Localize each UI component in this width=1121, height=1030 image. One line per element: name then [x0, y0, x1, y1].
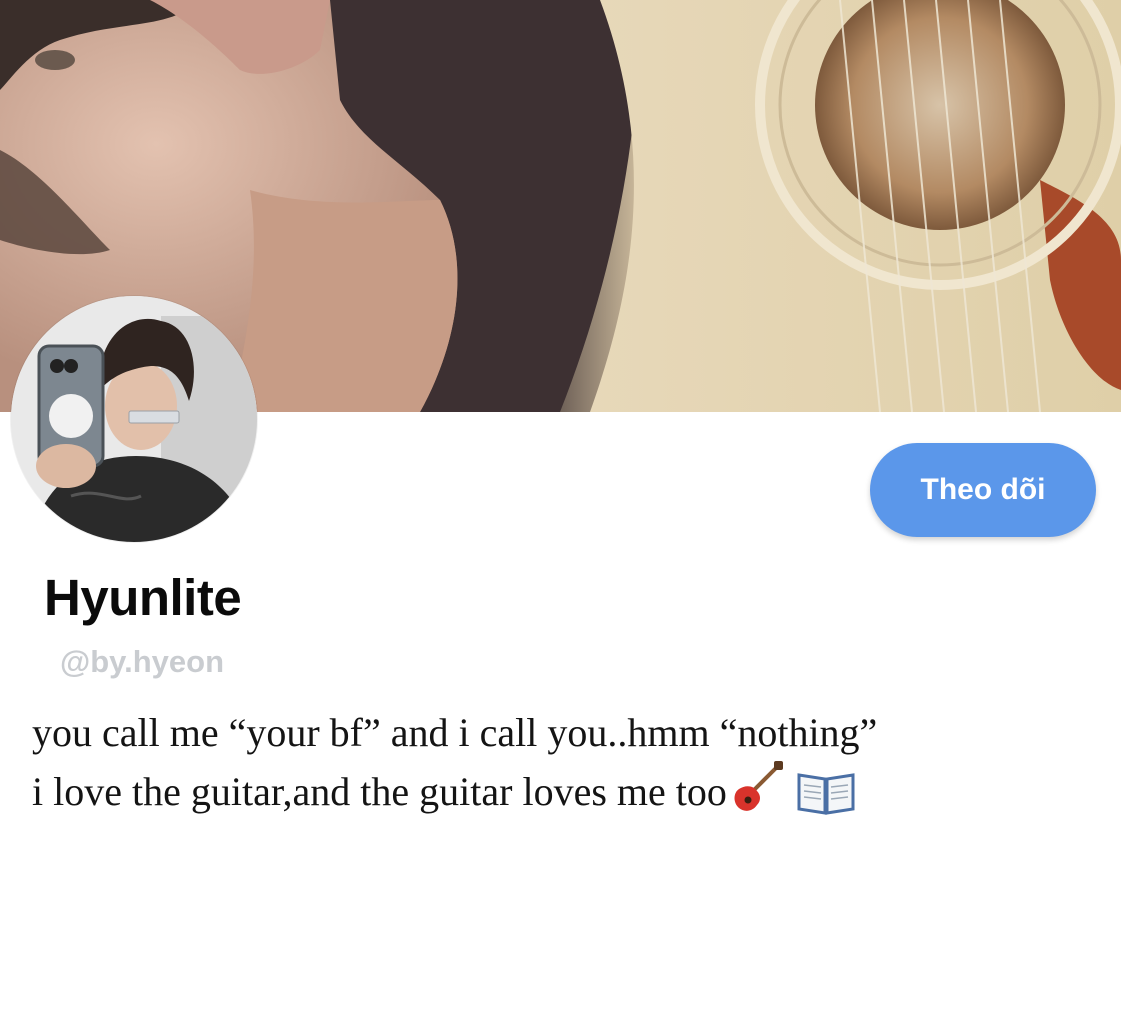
guitar-icon — [729, 759, 785, 828]
follow-button[interactable]: Theo dõi — [870, 443, 1096, 537]
bio-line-1: you call me “your bf” and i call you..hm… — [32, 710, 878, 755]
username-handle: @by.hyeon — [60, 644, 225, 679]
bio-line-2: i love the guitar,and the guitar loves m… — [32, 769, 727, 814]
avatar[interactable] — [11, 296, 257, 542]
open-book-icon — [797, 769, 855, 828]
display-name: Hyunlite — [44, 569, 242, 626]
avatar-photo — [11, 296, 257, 542]
bio: you call me “your bf” and i call you..hm… — [32, 706, 1092, 828]
bio-line-2-wrap: i love the guitar,and the guitar loves m… — [32, 759, 1092, 828]
